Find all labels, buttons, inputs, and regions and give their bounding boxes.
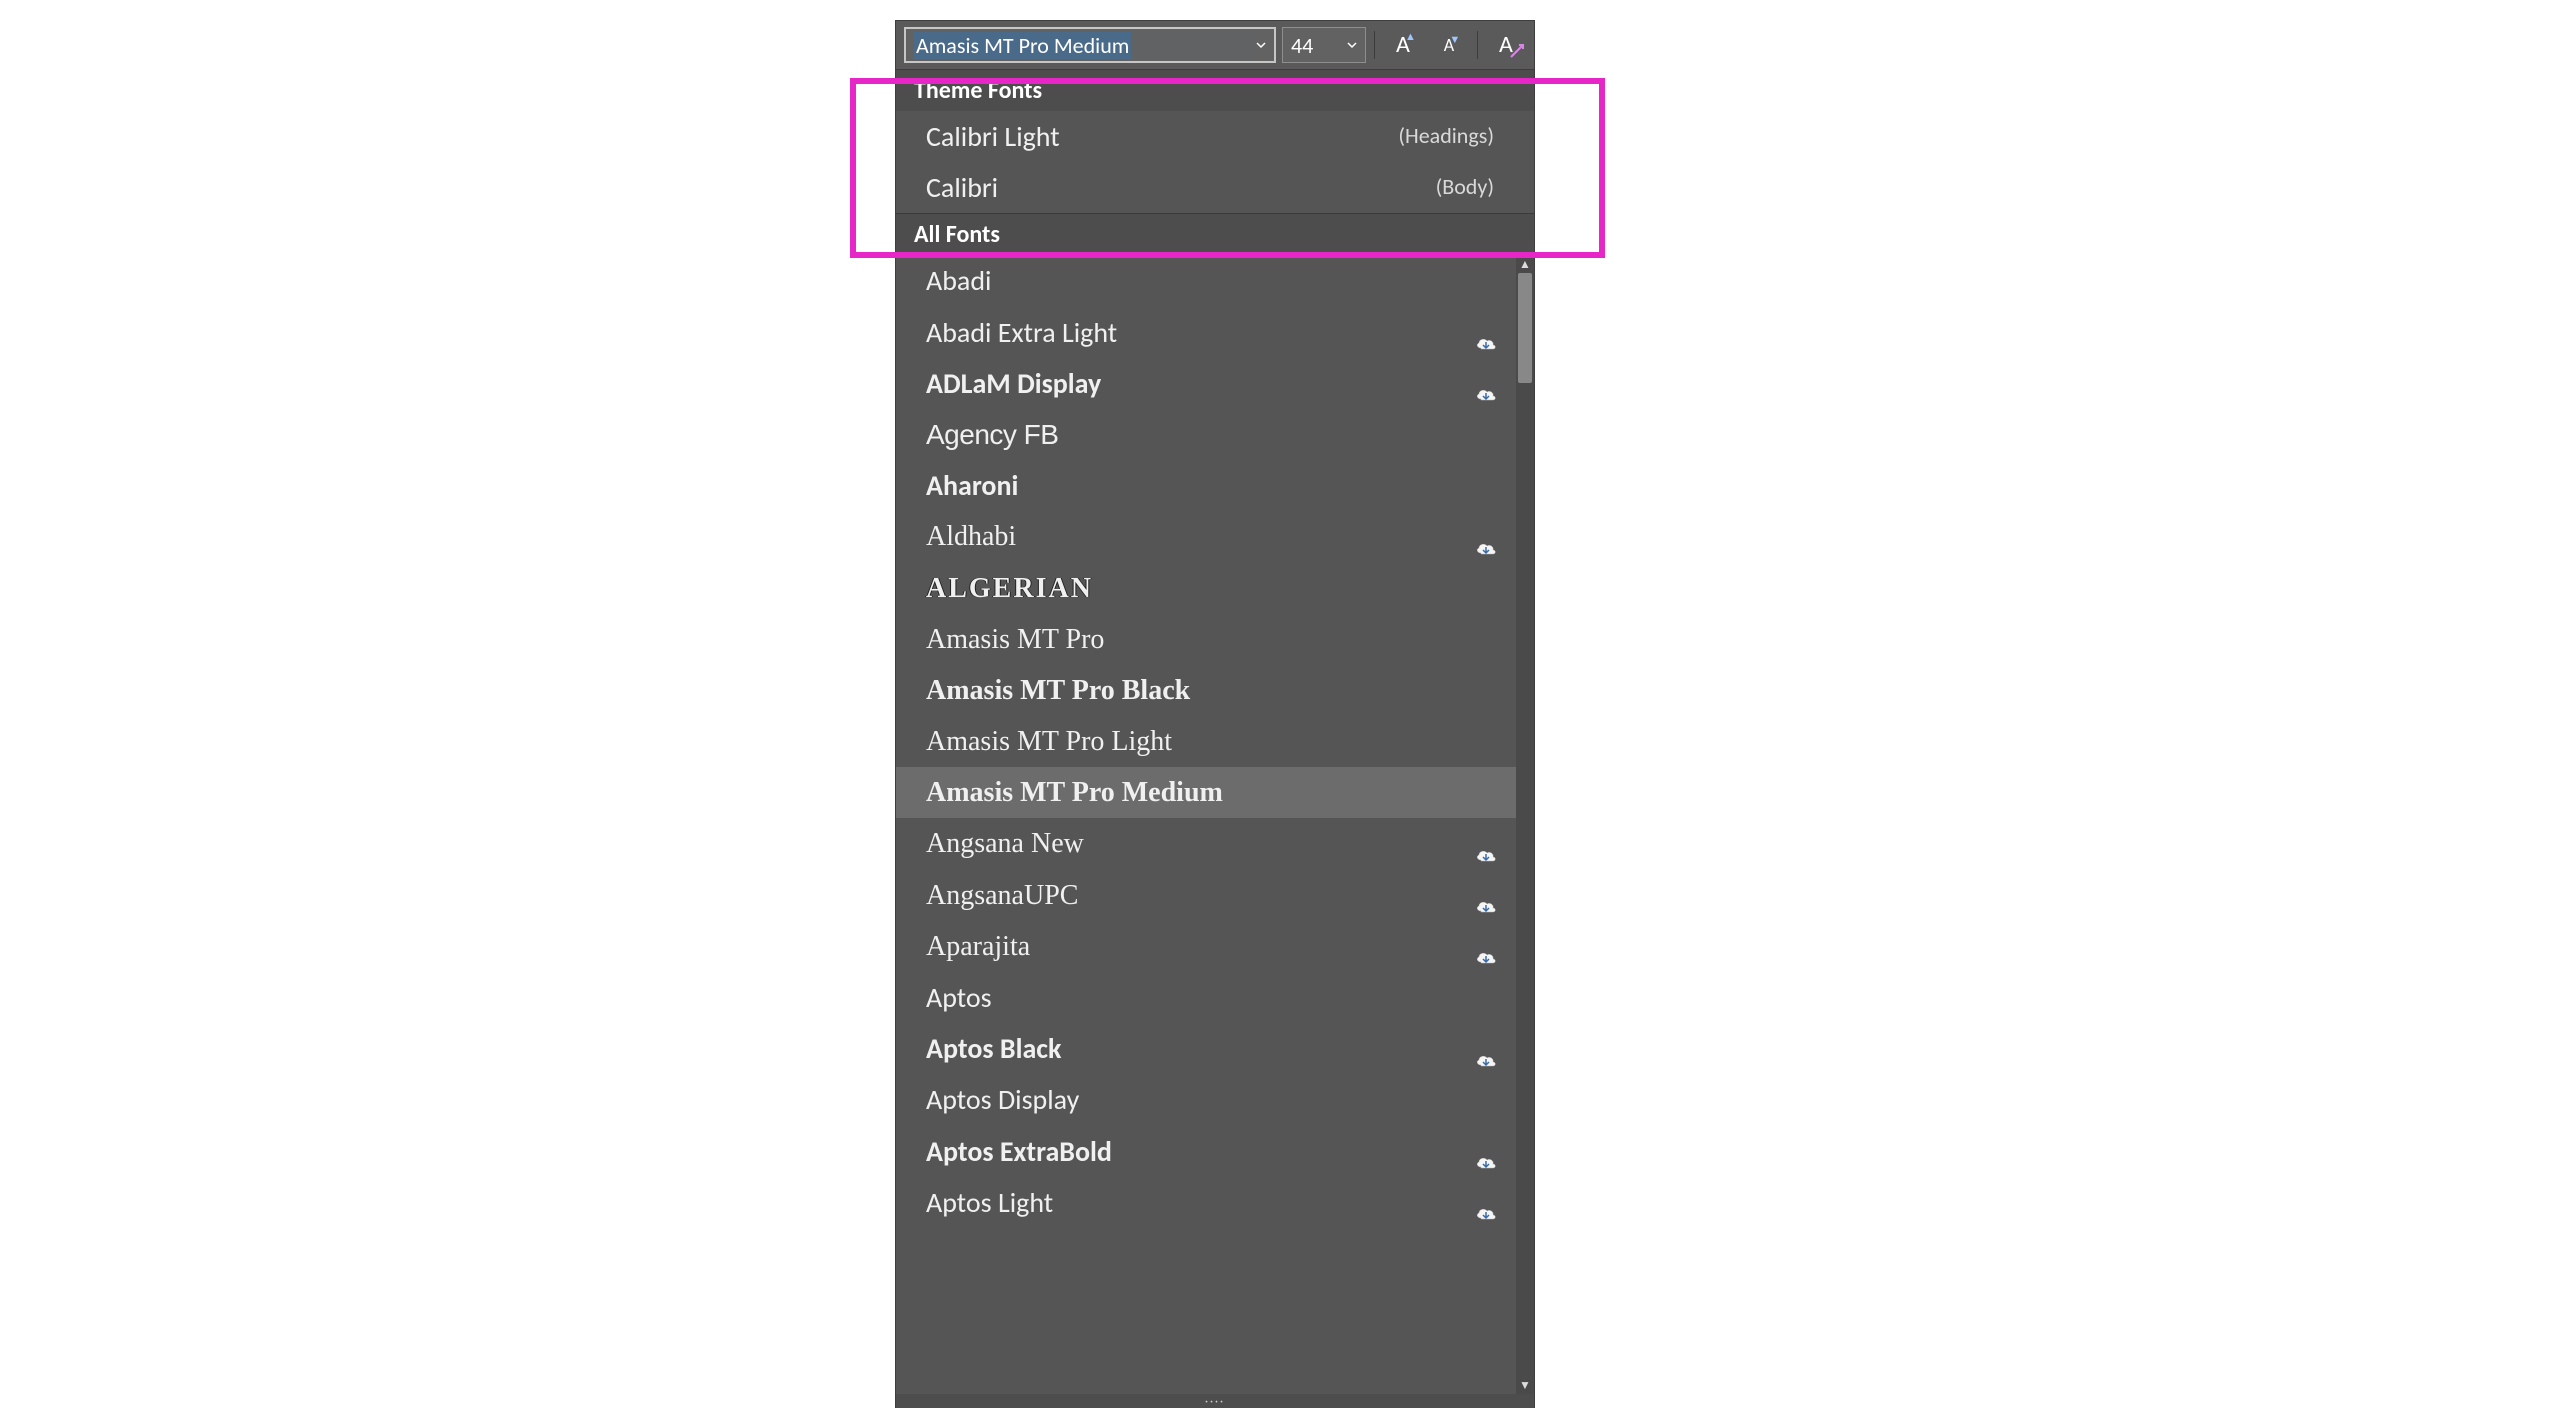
cloud-download-icon — [1474, 1040, 1498, 1058]
chevron-down-icon[interactable] — [1252, 39, 1270, 51]
cloud-download-icon — [1474, 937, 1498, 955]
font-dropdown: Theme Fonts Calibri Light(Headings)Calib… — [896, 69, 1534, 1408]
font-item[interactable]: Amasis MT Pro Black — [896, 665, 1534, 716]
cloud-download-icon — [1474, 374, 1498, 392]
font-item-name: Abadi Extra Light — [926, 313, 1494, 352]
font-item[interactable]: ADLaM Display — [896, 358, 1534, 409]
font-item[interactable]: Algerian — [896, 563, 1534, 614]
font-item-name: Angsana New — [926, 824, 1494, 863]
font-item[interactable]: Agency FB — [896, 409, 1534, 460]
font-item-name: Aptos Display — [926, 1080, 1494, 1119]
decrease-font-size-icon: A▼ — [1444, 36, 1454, 54]
font-item[interactable]: AngsanaUPC — [896, 870, 1534, 921]
font-item-name: Aptos Light — [926, 1183, 1494, 1222]
font-item[interactable]: Aptos ExtraBold — [896, 1126, 1534, 1177]
scroll-up-icon[interactable]: ▲ — [1516, 255, 1534, 273]
chevron-down-icon[interactable] — [1343, 39, 1361, 51]
font-item-name: ADLaM Display — [926, 364, 1494, 403]
font-item-name: Aptos ExtraBold — [926, 1132, 1494, 1171]
font-item-name: Aptos — [926, 978, 1494, 1017]
font-item-aux: (Body) — [1436, 172, 1494, 203]
font-scroll-area: Abadi Abadi Extra Light ADLaM Display Agenc… — [896, 255, 1534, 1394]
font-name-value: Amasis MT Pro Medium — [914, 32, 1131, 59]
font-item-name: Calibri Light — [926, 117, 1388, 156]
cloud-download-icon — [1474, 1142, 1498, 1160]
font-item-name: Amasis MT Pro Black — [926, 671, 1494, 710]
separator — [1374, 31, 1375, 59]
cloud-download-icon — [1474, 528, 1498, 546]
clear-formatting-icon: A — [1499, 33, 1513, 57]
font-item-name: Aptos Black — [926, 1029, 1494, 1068]
font-item-name: Algerian — [926, 569, 1494, 608]
font-item[interactable]: Calibri Light (Headings) — [896, 111, 1534, 162]
separator — [1477, 31, 1478, 59]
font-item[interactable]: Aptos Black — [896, 1023, 1534, 1074]
font-item[interactable]: Aptos — [896, 972, 1534, 1023]
font-item[interactable]: Aptos Display — [896, 1074, 1534, 1125]
font-item[interactable]: Abadi — [896, 255, 1534, 306]
font-item-name: Abadi — [926, 261, 1494, 300]
theme-fonts-header: Theme Fonts — [896, 70, 1534, 111]
cloud-download-icon — [1474, 323, 1498, 341]
cloud-download-icon — [1474, 835, 1498, 853]
increase-font-size-button[interactable]: A▲ — [1383, 27, 1423, 63]
clear-formatting-button[interactable]: A — [1486, 27, 1526, 63]
font-item-name: AngsanaUPC — [926, 876, 1494, 915]
cloud-download-icon — [1474, 1193, 1498, 1211]
font-item-name: Amasis MT Pro Light — [926, 722, 1494, 761]
font-item[interactable]: Amasis MT Pro Light — [896, 716, 1534, 767]
font-item-name: Agency FB — [926, 415, 1494, 454]
scrollbar-track[interactable] — [1516, 273, 1534, 1376]
scrollbar-thumb[interactable] — [1518, 273, 1532, 383]
font-item[interactable]: Amasis MT Pro Medium — [896, 767, 1534, 818]
font-item[interactable]: Calibri (Body) — [896, 162, 1534, 213]
font-item-name: Calibri — [926, 168, 1426, 207]
font-item[interactable]: Aptos Light — [896, 1177, 1534, 1228]
font-size-value: 44 — [1291, 32, 1343, 59]
all-fonts-list: Abadi Abadi Extra Light ADLaM Display Agenc… — [896, 255, 1534, 1228]
font-item[interactable]: Aldhabi — [896, 511, 1534, 562]
font-item[interactable]: Abadi Extra Light — [896, 307, 1534, 358]
font-item[interactable]: Aparajita — [896, 921, 1534, 972]
font-item[interactable]: Angsana New — [896, 818, 1534, 869]
font-size-combo[interactable]: 44 — [1282, 27, 1366, 63]
cloud-download-icon — [1474, 886, 1498, 904]
font-toolbar: Amasis MT Pro Medium 44 A▲ A▼ — [896, 21, 1534, 69]
all-fonts-header: All Fonts — [896, 214, 1534, 255]
scroll-down-icon[interactable]: ▼ — [1516, 1376, 1534, 1394]
theme-fonts-list: Calibri Light (Headings) Calibri (Body) — [896, 111, 1534, 213]
font-item-name: Amasis MT Pro Medium — [926, 773, 1494, 812]
scrollbar[interactable]: ▲ ▼ — [1516, 255, 1534, 1394]
increase-font-size-icon: A▲ — [1396, 33, 1410, 57]
font-item-name: Amasis MT Pro — [926, 620, 1494, 659]
font-item-name: Aparajita — [926, 927, 1494, 966]
font-item-aux: (Headings) — [1398, 121, 1494, 152]
font-item[interactable]: Amasis MT Pro — [896, 614, 1534, 665]
font-item-name: Aharoni — [926, 466, 1494, 505]
font-name-combo[interactable]: Amasis MT Pro Medium — [904, 27, 1276, 63]
decrease-font-size-button[interactable]: A▼ — [1429, 27, 1469, 63]
resize-gripper[interactable]: ···· — [896, 1394, 1534, 1408]
font-ribbon-panel: Amasis MT Pro Medium 44 A▲ A▼ — [895, 20, 1535, 1408]
font-item[interactable]: Aharoni — [896, 460, 1534, 511]
font-item-name: Aldhabi — [926, 517, 1494, 556]
